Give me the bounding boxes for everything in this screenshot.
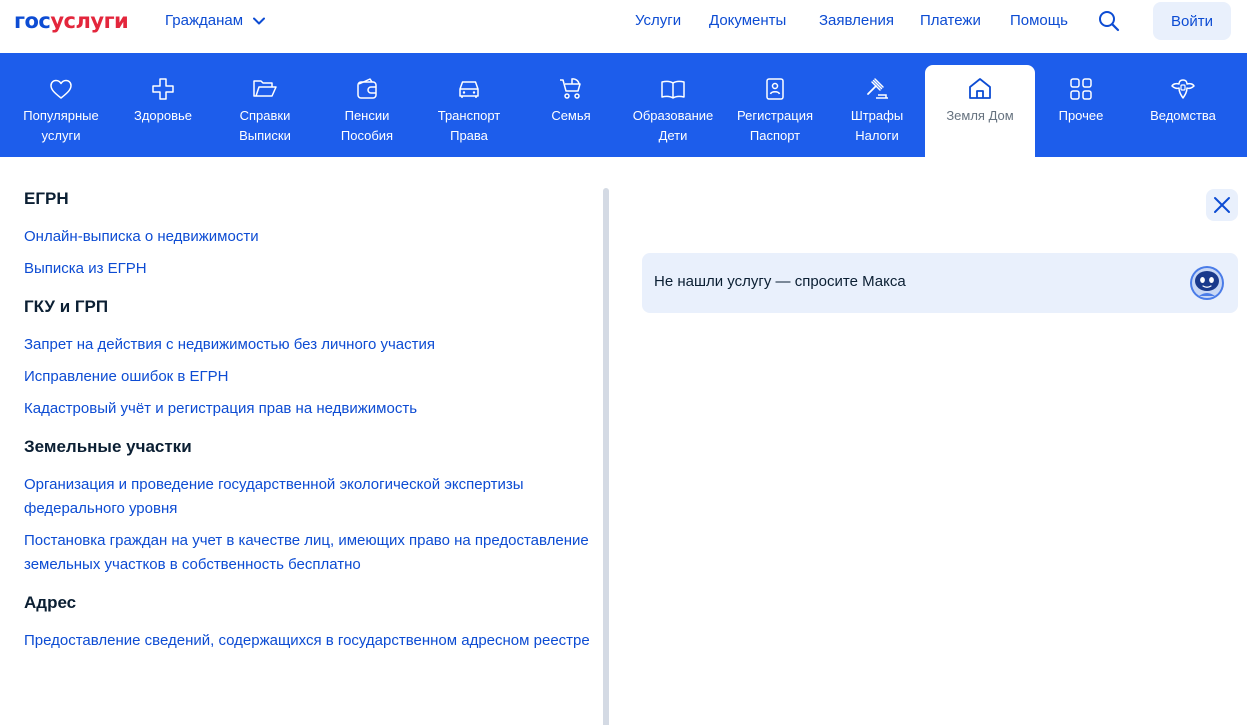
category-label-2: Выписки bbox=[239, 128, 291, 143]
category-label: Популярные bbox=[23, 108, 99, 123]
house-icon bbox=[967, 76, 993, 102]
section-title: ГКУ и ГРП bbox=[24, 297, 109, 316]
ask-max-text: Не нашли услугу — спросите Макса bbox=[654, 273, 906, 290]
category-label-2: Пособия bbox=[340, 128, 394, 143]
category-certificates[interactable]: Справки Выписки bbox=[214, 65, 316, 157]
service-link[interactable]: Запрет на действия с недвижимостью без л… bbox=[24, 333, 594, 357]
category-transport[interactable]: Транспорт Права bbox=[418, 65, 520, 157]
folder-icon bbox=[252, 76, 278, 102]
nav-services[interactable]: Услуги bbox=[635, 12, 681, 29]
category-family[interactable]: Семья bbox=[520, 65, 622, 157]
book-icon bbox=[660, 76, 686, 102]
close-button[interactable] bbox=[1206, 189, 1238, 221]
section-title: Земельные участки bbox=[24, 437, 192, 456]
category-label: Пенсии bbox=[344, 108, 390, 123]
login-button[interactable]: Войти bbox=[1153, 2, 1231, 40]
category-label: Прочее bbox=[1058, 108, 1104, 123]
category-label: Транспорт bbox=[437, 108, 501, 123]
category-label-2: Паспорт bbox=[749, 128, 801, 143]
section-title: ЕГРН bbox=[24, 189, 69, 208]
nav-payments[interactable]: Платежи bbox=[920, 12, 981, 29]
category-label: Ведомства bbox=[1150, 108, 1216, 123]
category-health[interactable]: Здоровье bbox=[112, 65, 214, 157]
gosuslugi-logo[interactable]: госуслуги bbox=[14, 9, 129, 33]
category-label-2: Налоги bbox=[855, 128, 899, 143]
service-link[interactable]: Постановка граждан на учет в качестве ли… bbox=[24, 529, 594, 577]
id-card-icon bbox=[762, 76, 788, 102]
wallet-icon bbox=[354, 76, 380, 102]
category-label-2: Дети bbox=[658, 128, 688, 143]
category-education[interactable]: Образование Дети bbox=[622, 65, 724, 157]
plus-cross-icon bbox=[150, 76, 176, 102]
category-popular[interactable]: Популярные услуги bbox=[10, 65, 112, 157]
logo-part-gos: гос bbox=[14, 9, 51, 33]
service-link[interactable]: Онлайн-выписка о недвижимости bbox=[24, 225, 594, 249]
car-icon bbox=[456, 76, 482, 102]
category-label: Образование bbox=[632, 108, 714, 123]
logo-part-uslugi: услуги bbox=[50, 9, 129, 33]
service-link[interactable]: Организация и проведение государственной… bbox=[24, 473, 594, 521]
scrollbar[interactable] bbox=[603, 188, 609, 725]
audience-label: Гражданам bbox=[165, 12, 244, 29]
service-link[interactable]: Исправление ошибок в ЕГРН bbox=[24, 365, 594, 389]
category-pensions[interactable]: Пенсии Пособия bbox=[316, 65, 418, 157]
emblem-icon bbox=[1170, 76, 1196, 102]
category-agencies[interactable]: Ведомства bbox=[1132, 65, 1234, 157]
close-icon bbox=[1214, 197, 1230, 213]
section-gku-grp: ГКУ и ГРП Запрет на действия с недвижимо… bbox=[24, 293, 594, 421]
category-label: Справки bbox=[239, 108, 291, 123]
audience-selector[interactable]: Гражданам bbox=[165, 12, 266, 29]
category-registration[interactable]: Регистрация Паспорт bbox=[724, 65, 826, 157]
section-title: Адрес bbox=[24, 593, 77, 612]
nav-help[interactable]: Помощь bbox=[1010, 12, 1068, 29]
category-bar: Популярные услуги Здоровье Справки Выписки… bbox=[0, 53, 1247, 157]
category-label: Штрафы bbox=[850, 108, 904, 123]
category-label-2: Права bbox=[450, 128, 488, 143]
gavel-icon bbox=[864, 76, 890, 102]
login-label: Войти bbox=[1171, 12, 1213, 30]
top-header: госуслуги Гражданам Услуги Документы Зая… bbox=[0, 0, 1247, 53]
category-label-2: услуги bbox=[41, 128, 81, 143]
grid-icon bbox=[1068, 76, 1094, 102]
service-link[interactable]: Выписка из ЕГРН bbox=[24, 257, 594, 281]
category-fines[interactable]: Штрафы Налоги bbox=[826, 65, 928, 157]
chevron-down-icon bbox=[253, 17, 266, 24]
nav-documents[interactable]: Документы bbox=[709, 12, 786, 29]
section-land-plots: Земельные участки Организация и проведен… bbox=[24, 433, 594, 577]
category-other[interactable]: Прочее bbox=[1030, 65, 1132, 157]
ask-max-banner[interactable]: Не нашли услугу — спросите Макса bbox=[642, 253, 1238, 313]
category-label: Здоровье bbox=[133, 108, 193, 123]
nav-applications[interactable]: Заявления bbox=[819, 12, 894, 29]
robot-assistant-icon bbox=[1190, 266, 1224, 300]
search-icon[interactable] bbox=[1097, 9, 1121, 33]
section-egrn: ЕГРН Онлайн-выписка о недвижимости Выпис… bbox=[24, 185, 594, 281]
category-label: Регистрация bbox=[737, 108, 813, 123]
category-label: Земля Дом bbox=[946, 108, 1014, 123]
category-land-house[interactable]: Земля Дом bbox=[925, 65, 1035, 157]
stroller-icon bbox=[558, 76, 584, 102]
services-list: ЕГРН Онлайн-выписка о недвижимости Выпис… bbox=[24, 185, 594, 665]
service-link[interactable]: Предоставление сведений, содержащихся в … bbox=[24, 629, 594, 653]
category-label: Семья bbox=[551, 108, 591, 123]
section-address: Адрес Предоставление сведений, содержащи… bbox=[24, 589, 594, 653]
service-link[interactable]: Кадастровый учёт и регистрация прав на н… bbox=[24, 397, 594, 421]
heart-icon bbox=[48, 76, 74, 102]
